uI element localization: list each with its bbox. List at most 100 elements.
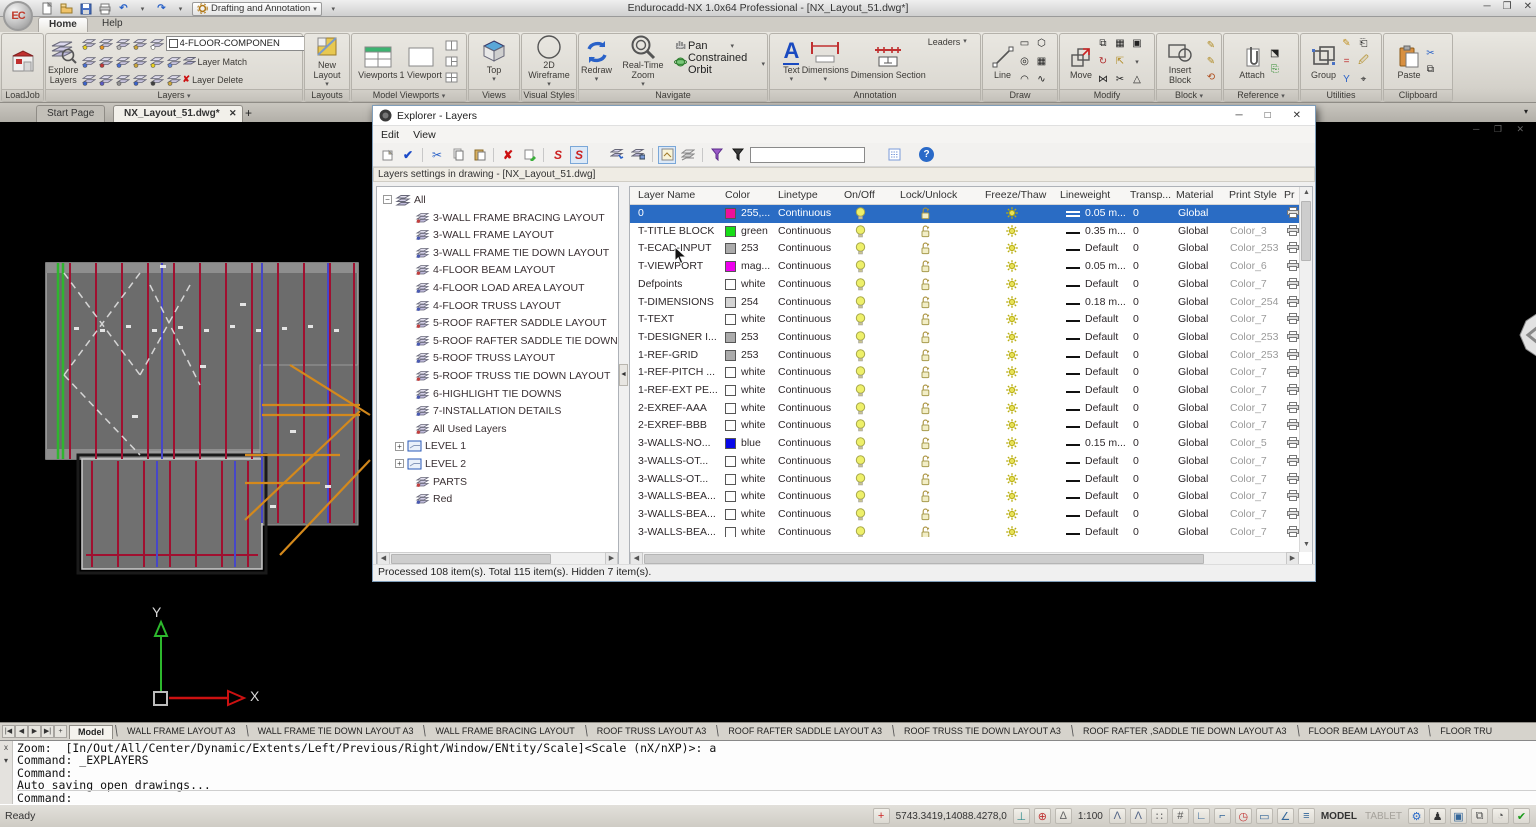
on-off-bulb-icon[interactable] xyxy=(855,260,866,273)
tree-item[interactable]: 5-ROOF TRUSS TIE DOWN LAYOUT xyxy=(403,367,610,384)
lineweight[interactable]: Default xyxy=(1085,419,1118,431)
group-button[interactable]: Group xyxy=(1311,44,1337,80)
layer-vpdefault-icon[interactable] xyxy=(149,72,165,87)
print-style[interactable]: Color_7 xyxy=(1230,313,1267,325)
freeze-thaw-sun-icon[interactable] xyxy=(1006,384,1018,396)
xref-clip-icon[interactable]: ⬔ xyxy=(1267,46,1283,61)
stretch-tool-icon[interactable]: ⇱ xyxy=(1112,54,1128,69)
printer-icon[interactable] xyxy=(1287,384,1299,395)
redraw-button[interactable]: Redraw▾ xyxy=(581,39,612,85)
print-style[interactable]: Color_5 xyxy=(1230,437,1267,449)
group-label-reference[interactable]: Reference ▾ xyxy=(1224,89,1298,101)
transparency[interactable]: 0 xyxy=(1133,260,1139,272)
layer-row[interactable]: 0 255,... Continuous 0.05 m... 0 Global xyxy=(630,205,1300,223)
print-style[interactable]: Color_6 xyxy=(1230,260,1267,272)
layer-name[interactable]: 1-REF-PITCH ... xyxy=(638,366,722,378)
annotation-tripod-icon[interactable]: Δ xyxy=(1055,808,1072,824)
linetype[interactable]: Continuous xyxy=(778,384,831,396)
material[interactable]: Global xyxy=(1178,366,1208,378)
layer-name[interactable]: T-TITLE BLOCK xyxy=(638,225,722,237)
color-swatch[interactable] xyxy=(725,509,736,520)
lock-unlock-icon[interactable] xyxy=(920,402,931,415)
material[interactable]: Global xyxy=(1178,349,1208,361)
lineweight[interactable]: Default xyxy=(1085,242,1118,254)
freeze-thaw-sun-icon[interactable] xyxy=(1006,455,1018,467)
lineweight[interactable]: Default xyxy=(1085,526,1118,537)
material[interactable]: Global xyxy=(1178,419,1208,431)
dialog-close-button[interactable]: ✕ xyxy=(1293,110,1301,121)
loadjob-button[interactable] xyxy=(10,49,36,75)
lock-unlock-icon[interactable] xyxy=(920,473,931,486)
layout-tab[interactable]: ROOF RAFTER SADDLE LAYOUT A3 xyxy=(720,725,890,738)
tablet-toggle[interactable]: TABLET xyxy=(1363,811,1404,822)
material[interactable]: Global xyxy=(1178,508,1208,520)
settings-gear-icon[interactable]: ⚙ xyxy=(1408,808,1425,824)
top-view-button[interactable]: Top▾ xyxy=(480,39,508,85)
on-off-bulb-icon[interactable] xyxy=(855,366,866,379)
lineweight[interactable]: Default xyxy=(1085,473,1118,485)
tracking-crosshair-icon[interactable]: + xyxy=(873,808,890,824)
on-off-bulb-icon[interactable] xyxy=(855,278,866,291)
color-swatch[interactable] xyxy=(725,420,736,431)
printer-icon[interactable] xyxy=(1287,366,1299,377)
printer-icon[interactable] xyxy=(1287,402,1299,413)
array-tool-icon[interactable]: ▦ xyxy=(1112,36,1128,51)
quick-calc-icon[interactable]: = xyxy=(1339,54,1355,69)
lock-unlock-icon[interactable] xyxy=(920,437,931,450)
settings-stack-icon[interactable] xyxy=(679,146,697,164)
layer-row[interactable]: 3-WALLS-BEA... white Continuous Default … xyxy=(630,524,1300,537)
new-layout-button[interactable]: New Layout▾ xyxy=(307,34,347,90)
tree-item[interactable]: 7-INSTALLATION DETAILS xyxy=(403,403,561,420)
regen-all-icon[interactable]: S xyxy=(570,146,588,164)
layer-name[interactable]: T-DIMENSIONS xyxy=(638,296,722,308)
printer-icon[interactable] xyxy=(1287,313,1299,324)
snap-grid-dots-icon[interactable]: ∷ xyxy=(1151,808,1168,824)
lineweight[interactable]: Default xyxy=(1085,455,1118,467)
print-style[interactable]: Color_7 xyxy=(1230,508,1267,520)
layer-name[interactable]: 0 xyxy=(638,207,722,219)
color-swatch[interactable] xyxy=(725,261,736,272)
freeze-thaw-sun-icon[interactable] xyxy=(1006,437,1018,449)
isodraft-icon[interactable]: ◷ xyxy=(1235,808,1252,824)
tree-item[interactable]: 5-ROOF RAFTER SADDLE TIE DOWN LAYOUT xyxy=(403,332,619,349)
linetype[interactable]: Continuous xyxy=(778,349,831,361)
viewport-maximize-icon[interactable]: ▭ xyxy=(1256,808,1273,824)
print-style[interactable]: Color_7 xyxy=(1230,455,1267,467)
measure-tool-icon[interactable]: ✎ xyxy=(1339,36,1355,51)
wireframe-button[interactable]: 2D Wireframe▾ xyxy=(524,34,574,90)
transparency[interactable]: 0 xyxy=(1133,384,1139,396)
on-off-bulb-icon[interactable] xyxy=(855,490,866,503)
tree-item[interactable]: 3-WALL FRAME BRACING LAYOUT xyxy=(403,209,605,226)
lock-unlock-icon[interactable] xyxy=(920,508,931,521)
linetype[interactable]: Continuous xyxy=(778,437,831,449)
freeze-thaw-sun-icon[interactable] xyxy=(1006,490,1018,502)
app-logo[interactable]: EC xyxy=(3,1,33,31)
print-style[interactable]: Color_7 xyxy=(1230,419,1267,431)
color-label[interactable]: 253 xyxy=(741,349,759,361)
undo-regen-icon[interactable]: S xyxy=(549,146,567,164)
linetype[interactable]: Continuous xyxy=(778,508,831,520)
dialog-maximize-button[interactable]: □ xyxy=(1265,110,1271,121)
table-vscroll-thumb[interactable] xyxy=(1301,201,1311,261)
column-header[interactable]: Linetype xyxy=(778,189,818,201)
color-label[interactable]: white xyxy=(741,455,766,467)
lineweight[interactable]: 0.05 m... xyxy=(1085,260,1126,272)
printer-icon[interactable] xyxy=(1287,508,1299,519)
realtime-zoom-button[interactable]: Real-Time Zoom▾ xyxy=(614,34,672,90)
printer-icon[interactable] xyxy=(1287,349,1299,360)
layout-tab[interactable]: ROOF RAFTER ,SADDLE TIE DOWN LAYOUT A3 xyxy=(1075,725,1295,738)
transparency[interactable]: 0 xyxy=(1133,508,1139,520)
layer-on-icon[interactable] xyxy=(81,36,97,51)
layer-row[interactable]: 3-WALLS-NO... blue Continuous 0.15 m... … xyxy=(630,435,1300,453)
lock-unlock-icon[interactable] xyxy=(920,455,931,468)
lock-unlock-icon[interactable] xyxy=(920,242,931,255)
tab-help[interactable]: Help xyxy=(92,17,133,32)
lock-unlock-icon[interactable] xyxy=(920,526,931,537)
color-swatch[interactable] xyxy=(725,403,736,414)
lineweight[interactable]: 0.18 m... xyxy=(1085,296,1126,308)
dialog-title-bar[interactable]: Explorer - Layers ─ □ ✕ xyxy=(373,106,1315,126)
color-swatch[interactable] xyxy=(725,226,736,237)
on-off-bulb-icon[interactable] xyxy=(855,526,866,537)
tab-list-dropdown-icon[interactable]: ▾ xyxy=(1524,107,1528,116)
transparency[interactable]: 0 xyxy=(1133,437,1139,449)
